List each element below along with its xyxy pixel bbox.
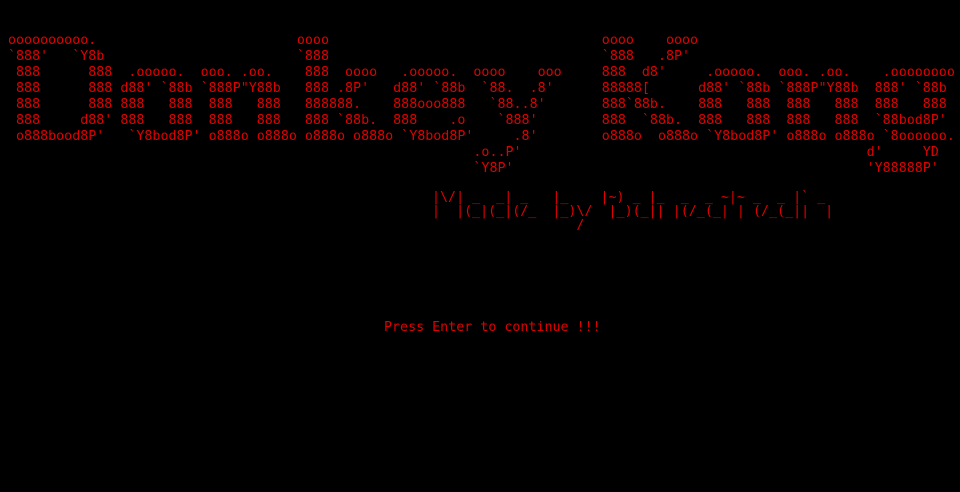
ascii-title-banner: oooooooooo. oooo oooo oooo `888' `Y8b `8… (8, 33, 955, 176)
press-enter-prompt[interactable]: Press Enter to continue !!! (384, 320, 601, 336)
console-screen: oooooooooo. oooo oooo oooo `888' `Y8b `8… (0, 0, 960, 492)
ascii-credit-line: |\/| _ _| _ |_ |~) _ |_ _ _ ~|~ _ _ |` _… (432, 190, 834, 233)
